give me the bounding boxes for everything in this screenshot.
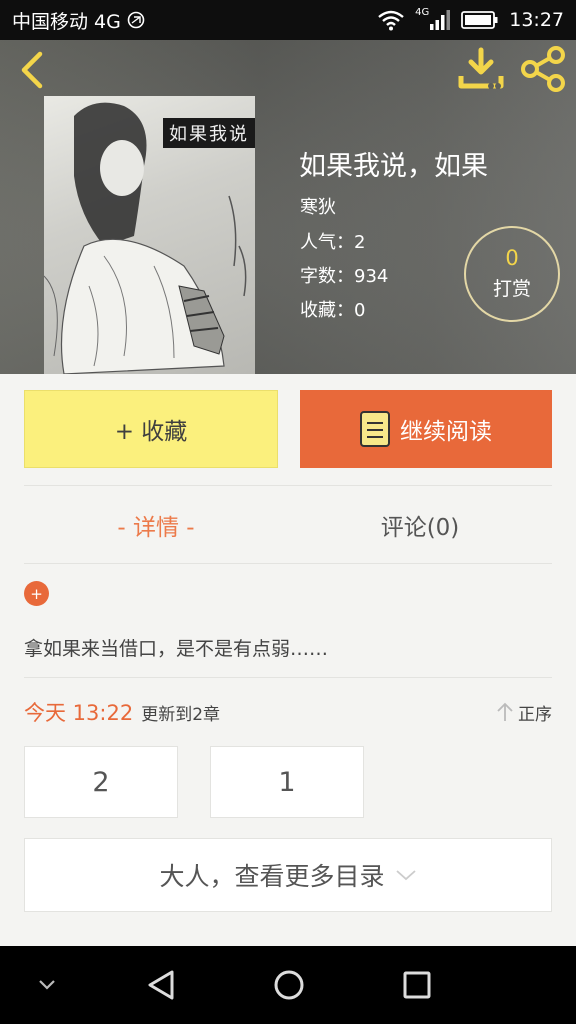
- book-popularity: 人气：2: [300, 232, 366, 253]
- nav-back-button[interactable]: [136, 946, 186, 1024]
- cover-title: 如果我说: [163, 118, 255, 148]
- book-cover[interactable]: 如果我说: [44, 96, 255, 374]
- network-type-badge: 4G: [415, 6, 430, 18]
- continue-reading-button[interactable]: 继续阅读: [300, 390, 552, 468]
- tip-count: 0: [505, 245, 519, 270]
- tip-label: 打赏: [492, 278, 531, 301]
- circle-home-icon: [274, 970, 304, 1000]
- wifi-icon: [378, 10, 404, 31]
- chevron-left-icon: [21, 51, 43, 89]
- divider: [24, 563, 552, 564]
- download-button[interactable]: [458, 46, 504, 92]
- book-favorites: 收藏：0: [300, 300, 366, 321]
- update-time: 今天 13:22: [24, 701, 134, 725]
- signal-icon: [430, 10, 451, 30]
- chapter-item[interactable]: 2: [24, 746, 178, 818]
- chevron-down-icon: [395, 870, 416, 881]
- update-status: 更新到2章: [141, 704, 221, 725]
- system-nav-bar: [0, 946, 576, 1024]
- carrier-label: 中国移动 4G: [12, 10, 121, 33]
- expand-description-button[interactable]: +: [24, 581, 49, 606]
- square-recents-icon: [403, 971, 431, 999]
- chevron-down-icon: [39, 980, 55, 990]
- book-header: 如果我说 如果我说，如果 寒狄 人气：2 字数：934 收藏：0 0 打赏: [0, 40, 576, 374]
- arrow-up-icon: [497, 702, 513, 721]
- chapter-number: 1: [278, 766, 296, 798]
- collect-button[interactable]: + 收藏: [24, 390, 278, 468]
- sort-order-label: 正序: [518, 704, 552, 725]
- update-info: 今天 13:22 更新到2章 正序: [24, 696, 552, 728]
- plus-icon: +: [30, 584, 43, 603]
- nav-hide-button[interactable]: [22, 946, 72, 1024]
- share-icon: [521, 46, 565, 92]
- chapter-item[interactable]: 1: [210, 746, 364, 818]
- triangle-back-icon: [148, 970, 174, 1000]
- tab-detail-label: - 详情 -: [117, 515, 195, 541]
- collect-button-label: + 收藏: [114, 419, 188, 445]
- book-title: 如果我说，如果: [299, 151, 488, 182]
- data-saver-icon: [127, 11, 145, 29]
- book-word-count: 字数：934: [300, 266, 389, 287]
- divider: [24, 677, 552, 678]
- chapter-number: 2: [92, 766, 110, 798]
- book-icon: [360, 411, 390, 447]
- book-detail-content: + 收藏 继续阅读 - 详情 - 评论(0) + 拿如果来当借口，是不是有点弱……: [0, 374, 576, 946]
- battery-icon: [461, 11, 498, 29]
- status-bar: 中国移动 4G 4G 13:27: [0, 0, 576, 40]
- continue-reading-label: 继续阅读: [400, 419, 492, 445]
- book-description: 拿如果来当借口，是不是有点弱……: [24, 638, 329, 660]
- download-icon: [458, 47, 504, 89]
- book-author[interactable]: 寒狄: [300, 193, 336, 219]
- sort-order-button[interactable]: 正序: [496, 700, 552, 725]
- more-toc-label: 大人，查看更多目录: [159, 862, 385, 891]
- share-button[interactable]: [520, 46, 568, 92]
- clock: 13:27: [509, 9, 564, 31]
- back-button[interactable]: [12, 48, 52, 92]
- tab-detail[interactable]: - 详情 -: [24, 486, 288, 564]
- tab-comments[interactable]: 评论(0): [288, 486, 552, 564]
- more-toc-button[interactable]: 大人，查看更多目录: [24, 838, 552, 912]
- nav-recents-button[interactable]: [392, 946, 442, 1024]
- nav-home-button[interactable]: [264, 946, 314, 1024]
- tab-comments-label: 评论(0): [380, 515, 460, 541]
- tip-button[interactable]: 0 打赏: [464, 226, 560, 322]
